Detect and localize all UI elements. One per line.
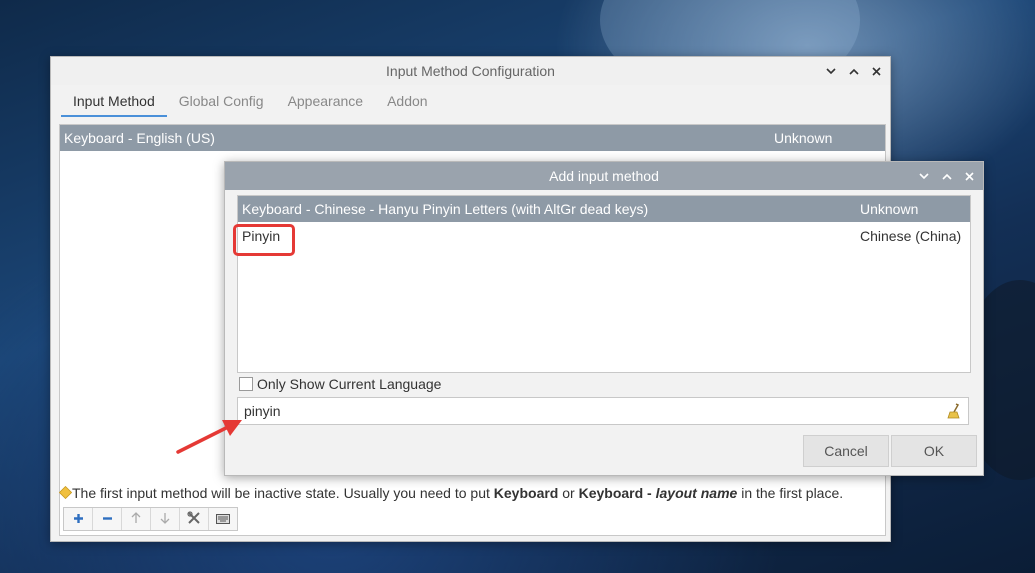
available-input-method-list[interactable]: Keyboard - Chinese - Hanyu Pinyin Letter…	[237, 195, 971, 373]
hint-post: in the first place.	[737, 485, 844, 501]
configure-button[interactable]	[180, 508, 209, 530]
search-field[interactable]	[237, 397, 969, 425]
tab-input-method[interactable]: Input Method	[61, 93, 167, 117]
chevron-up-icon[interactable]	[848, 66, 859, 77]
dialog-title: Add input method	[549, 168, 659, 184]
remove-button[interactable]	[93, 508, 122, 530]
input-method-language: Unknown	[774, 130, 833, 146]
hint-icon	[58, 485, 73, 502]
tab-appearance[interactable]: Appearance	[276, 93, 376, 117]
list-item[interactable]: Keyboard - Chinese - Hanyu Pinyin Letter…	[238, 196, 970, 222]
list-item[interactable]: Keyboard - English (US) Unknown	[60, 125, 885, 151]
window-titlebar[interactable]: Input Method Configuration	[51, 57, 890, 85]
remove-icon	[102, 511, 113, 527]
input-method-name: Keyboard - English (US)	[64, 130, 215, 146]
close-icon[interactable]	[871, 66, 882, 77]
keyboard-layout-button[interactable]	[209, 508, 237, 530]
input-method-language: Unknown	[860, 201, 919, 217]
clear-icon[interactable]	[947, 403, 961, 422]
chevron-up-icon[interactable]	[941, 171, 952, 182]
keyboard-layout-icon	[216, 511, 230, 527]
input-method-toolbar	[63, 507, 238, 531]
chevron-down-icon[interactable]	[825, 66, 836, 77]
checkbox-box[interactable]	[239, 377, 253, 391]
configure-icon	[187, 510, 201, 528]
window-title: Input Method Configuration	[386, 63, 555, 79]
move-down-icon	[160, 511, 170, 527]
add-button[interactable]	[64, 508, 93, 530]
move-up-icon	[131, 511, 141, 527]
add-input-method-dialog: Add input method Keyboard - Chinese - Ha…	[224, 161, 984, 476]
list-item[interactable]: Pinyin Chinese (China)	[238, 222, 970, 250]
add-icon	[73, 511, 84, 527]
hint-keyword-keyboard: Keyboard	[493, 485, 559, 501]
cancel-button[interactable]: Cancel	[803, 435, 889, 467]
highlight-box	[233, 224, 295, 256]
tab-addon[interactable]: Addon	[375, 93, 439, 117]
tab-global-config[interactable]: Global Config	[167, 93, 276, 117]
dialog-window-controls	[918, 162, 975, 190]
annotation-arrow	[176, 420, 242, 454]
hint-pre: The first input method will be inactive …	[72, 485, 494, 501]
window-controls	[825, 57, 882, 85]
move-down-button[interactable]	[151, 508, 180, 530]
checkbox-label: Only Show Current Language	[257, 376, 442, 392]
tab-bar: Input Method Global Config Appearance Ad…	[51, 85, 890, 117]
only-show-current-language-checkbox[interactable]: Only Show Current Language	[239, 376, 441, 392]
input-method-language: Chinese (China)	[860, 228, 962, 244]
close-icon[interactable]	[964, 171, 975, 182]
hint-text: The first input method will be inactive …	[58, 485, 844, 502]
input-method-name: Keyboard - Chinese - Hanyu Pinyin Letter…	[242, 201, 649, 217]
hint-keyword-layout: Keyboard - layout name	[578, 485, 738, 501]
ok-button[interactable]: OK	[891, 435, 977, 467]
dialog-titlebar[interactable]: Add input method	[225, 162, 983, 190]
search-input[interactable]	[244, 399, 934, 423]
move-up-button[interactable]	[122, 508, 151, 530]
chevron-down-icon[interactable]	[918, 171, 929, 182]
hint-mid: or	[558, 485, 579, 501]
